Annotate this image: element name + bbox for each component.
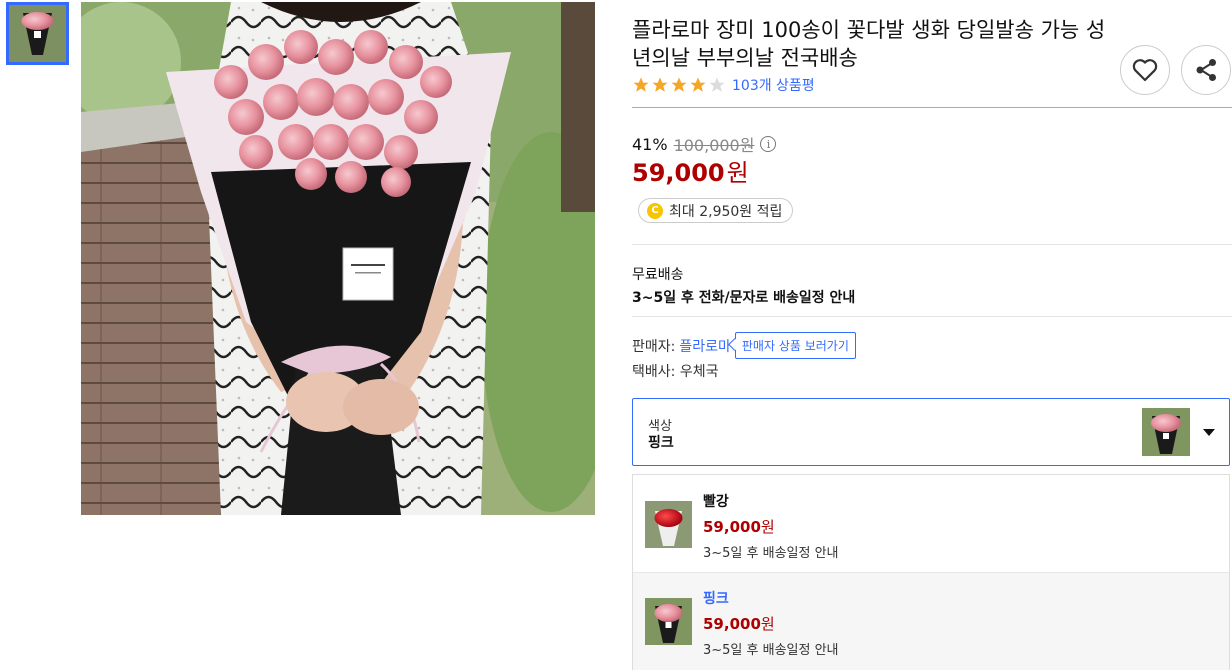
- option-item-price-value: 59,000: [703, 615, 761, 633]
- sale-price: 59,000원: [632, 153, 749, 188]
- option-thumbnail: [1142, 408, 1190, 456]
- chevron-down-icon: [1203, 429, 1215, 436]
- reward-point-badge: C 최대 2,950원 적립: [638, 198, 794, 223]
- option-item-thumbnail: [645, 598, 692, 645]
- share-button[interactable]: [1181, 45, 1231, 95]
- courier-name: 우체국: [679, 364, 719, 380]
- star-icon: [633, 77, 649, 92]
- courier-label: 택배사:: [632, 364, 676, 380]
- star-empty-icon: [709, 77, 725, 92]
- option-item-price: 59,000원: [703, 516, 775, 537]
- option-item-shipping: 3~5일 후 배송일정 안내: [703, 546, 839, 561]
- option-selected-value: 핑크: [648, 435, 674, 451]
- divider: [632, 244, 1232, 245]
- product-thumbnail[interactable]: [6, 2, 69, 65]
- option-item-shipping: 3~5일 후 배송일정 안내: [703, 643, 839, 658]
- seller-name-link[interactable]: 플라로마: [679, 336, 731, 356]
- color-option-select[interactable]: 색상 핑크: [632, 398, 1230, 466]
- discount-rate: 41%: [632, 134, 668, 154]
- reward-point-text: 최대 2,950원 적립: [669, 203, 783, 220]
- coin-icon: C: [647, 202, 663, 219]
- rating-stars: [632, 76, 726, 94]
- option-item-pink[interactable]: 핑크 59,000원 3~5일 후 배송일정 안내: [633, 573, 1229, 670]
- star-icon: [690, 77, 706, 92]
- sale-price-currency: 원: [726, 159, 749, 187]
- sale-price-value: 59,000: [632, 159, 725, 187]
- rating-row: 103개 상품평: [632, 75, 815, 95]
- shipping-type: 무료배송: [632, 267, 684, 283]
- star-icon: [671, 77, 687, 92]
- option-dropdown-list: 빨강 59,000원 3~5일 후 배송일정 안내 핑크 59,000원 3~5…: [632, 474, 1230, 670]
- product-main-image: [81, 2, 595, 515]
- option-item-price-value: 59,000: [703, 518, 761, 536]
- option-item-red[interactable]: 빨강 59,000원 3~5일 후 배송일정 안내: [633, 475, 1229, 573]
- divider: [632, 316, 1232, 317]
- info-icon[interactable]: i: [760, 136, 777, 152]
- option-item-name: 빨강: [703, 494, 729, 510]
- option-item-name: 핑크: [703, 591, 729, 607]
- heart-icon: [1132, 59, 1158, 82]
- review-count-link[interactable]: 103개 상품평: [732, 75, 815, 95]
- seller-label: 판매자:: [632, 338, 676, 355]
- thumbnail-list: [6, 2, 69, 65]
- product-title: 플라로마 장미 100송이 꽃다발 생화 당일발송 가능 성년의날 부부의날 전…: [632, 18, 1106, 70]
- option-item-price: 59,000원: [703, 613, 775, 634]
- option-item-thumbnail: [645, 501, 692, 548]
- courier-row: 택배사: 우체국: [632, 361, 718, 381]
- wishlist-button[interactable]: [1120, 45, 1170, 95]
- option-item-price-currency: 원: [760, 615, 775, 633]
- seller-row: 판매자: 플라로마 판매자 상품 보러가기: [632, 332, 856, 359]
- divider: [632, 107, 1232, 108]
- star-icon: [652, 77, 668, 92]
- share-icon: [1196, 59, 1216, 81]
- shipping-info: 3~5일 후 전화/문자로 배송일정 안내: [632, 290, 856, 306]
- seller-products-button[interactable]: 판매자 상품 보러가기: [734, 332, 856, 359]
- option-item-price-currency: 원: [760, 518, 775, 536]
